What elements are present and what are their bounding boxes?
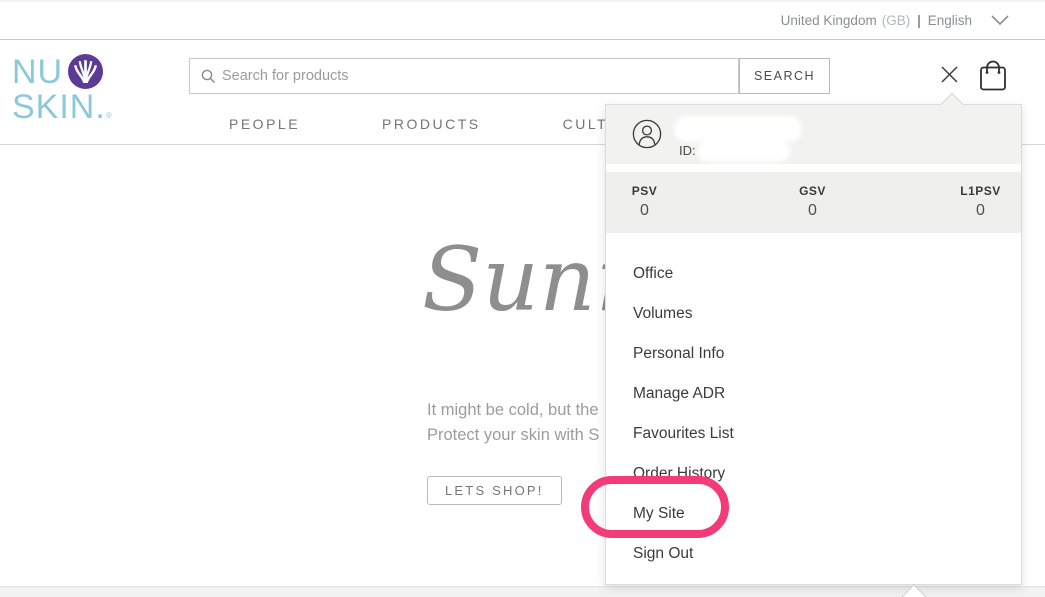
search-box (189, 58, 739, 94)
page-section-divider (0, 586, 1045, 597)
shopping-bag-icon[interactable] (976, 56, 1010, 94)
stat-gsv: GSV 0 (790, 184, 835, 233)
nav-item-products[interactable]: PRODUCTS (382, 116, 481, 132)
menu-item-manage-adr[interactable]: Manage ADR (606, 374, 1021, 414)
page: United Kingdom (GB) | English NU (0, 0, 1045, 597)
stat-psv-value: 0 (622, 202, 667, 220)
account-dropdown: ID: PSV 0 GSV 0 L1PSV 0 Office Volumes P… (605, 104, 1022, 585)
primary-nav: PEOPLE PRODUCTS CULTURE (229, 116, 645, 132)
menu-item-order-history[interactable]: Order History (606, 454, 1021, 494)
avatar-icon (632, 119, 662, 149)
redacted-account-id (700, 143, 787, 159)
hero-tagline-line2: Protect your skin with S (427, 423, 599, 448)
redacted-account-name (677, 119, 799, 139)
account-menu-list: Office Volumes Personal Info Manage ADR … (606, 254, 1021, 574)
id-label: ID: (679, 143, 696, 158)
stat-l1psv: L1PSV 0 (958, 184, 1003, 233)
stat-psv-label: PSV (622, 184, 667, 198)
menu-item-my-site[interactable]: My Site (606, 494, 1021, 534)
nav-item-people[interactable]: PEOPLE (229, 116, 300, 132)
stat-l1psv-label: L1PSV (958, 184, 1003, 198)
stat-psv: PSV 0 (622, 184, 667, 233)
chevron-down-icon[interactable] (991, 15, 1009, 26)
hero-tagline-line1: It might be cold, but the (427, 398, 599, 423)
menu-item-office[interactable]: Office (606, 254, 1021, 294)
nuskin-logo[interactable]: NU SKIN.® (12, 55, 112, 124)
logo-text-nu: NU (12, 55, 63, 89)
language-label: English (928, 13, 972, 28)
menu-item-personal-info[interactable]: Personal Info (606, 334, 1021, 374)
search-icon (201, 69, 216, 84)
logo-registered-mark: ® (106, 111, 112, 120)
menu-item-sign-out[interactable]: Sign Out (606, 534, 1021, 574)
locale-selector[interactable]: United Kingdom (GB) | English (781, 13, 1009, 28)
stat-gsv-label: GSV (790, 184, 835, 198)
close-icon[interactable] (940, 65, 959, 84)
locale-separator: | (917, 13, 921, 28)
logo-text-skin: SKIN. (12, 88, 106, 126)
lets-shop-button[interactable]: LETS SHOP! (427, 476, 562, 505)
region-code: (GB) (882, 13, 911, 28)
fountain-logo-icon (68, 54, 103, 89)
search-button[interactable]: SEARCH (739, 58, 830, 94)
stat-gsv-value: 0 (790, 202, 835, 220)
stat-l1psv-value: 0 (958, 202, 1003, 220)
volume-stats: PSV 0 GSV 0 L1PSV 0 (606, 172, 1021, 233)
region-label: United Kingdom (781, 13, 877, 28)
top-utility-bar: United Kingdom (GB) | English (0, 0, 1045, 40)
search-input[interactable] (222, 59, 732, 93)
menu-item-favourites-list[interactable]: Favourites List (606, 414, 1021, 454)
hero-tagline: It might be cold, but the Protect your s… (427, 398, 599, 448)
account-header: ID: (606, 105, 1021, 164)
menu-item-volumes[interactable]: Volumes (606, 294, 1021, 334)
